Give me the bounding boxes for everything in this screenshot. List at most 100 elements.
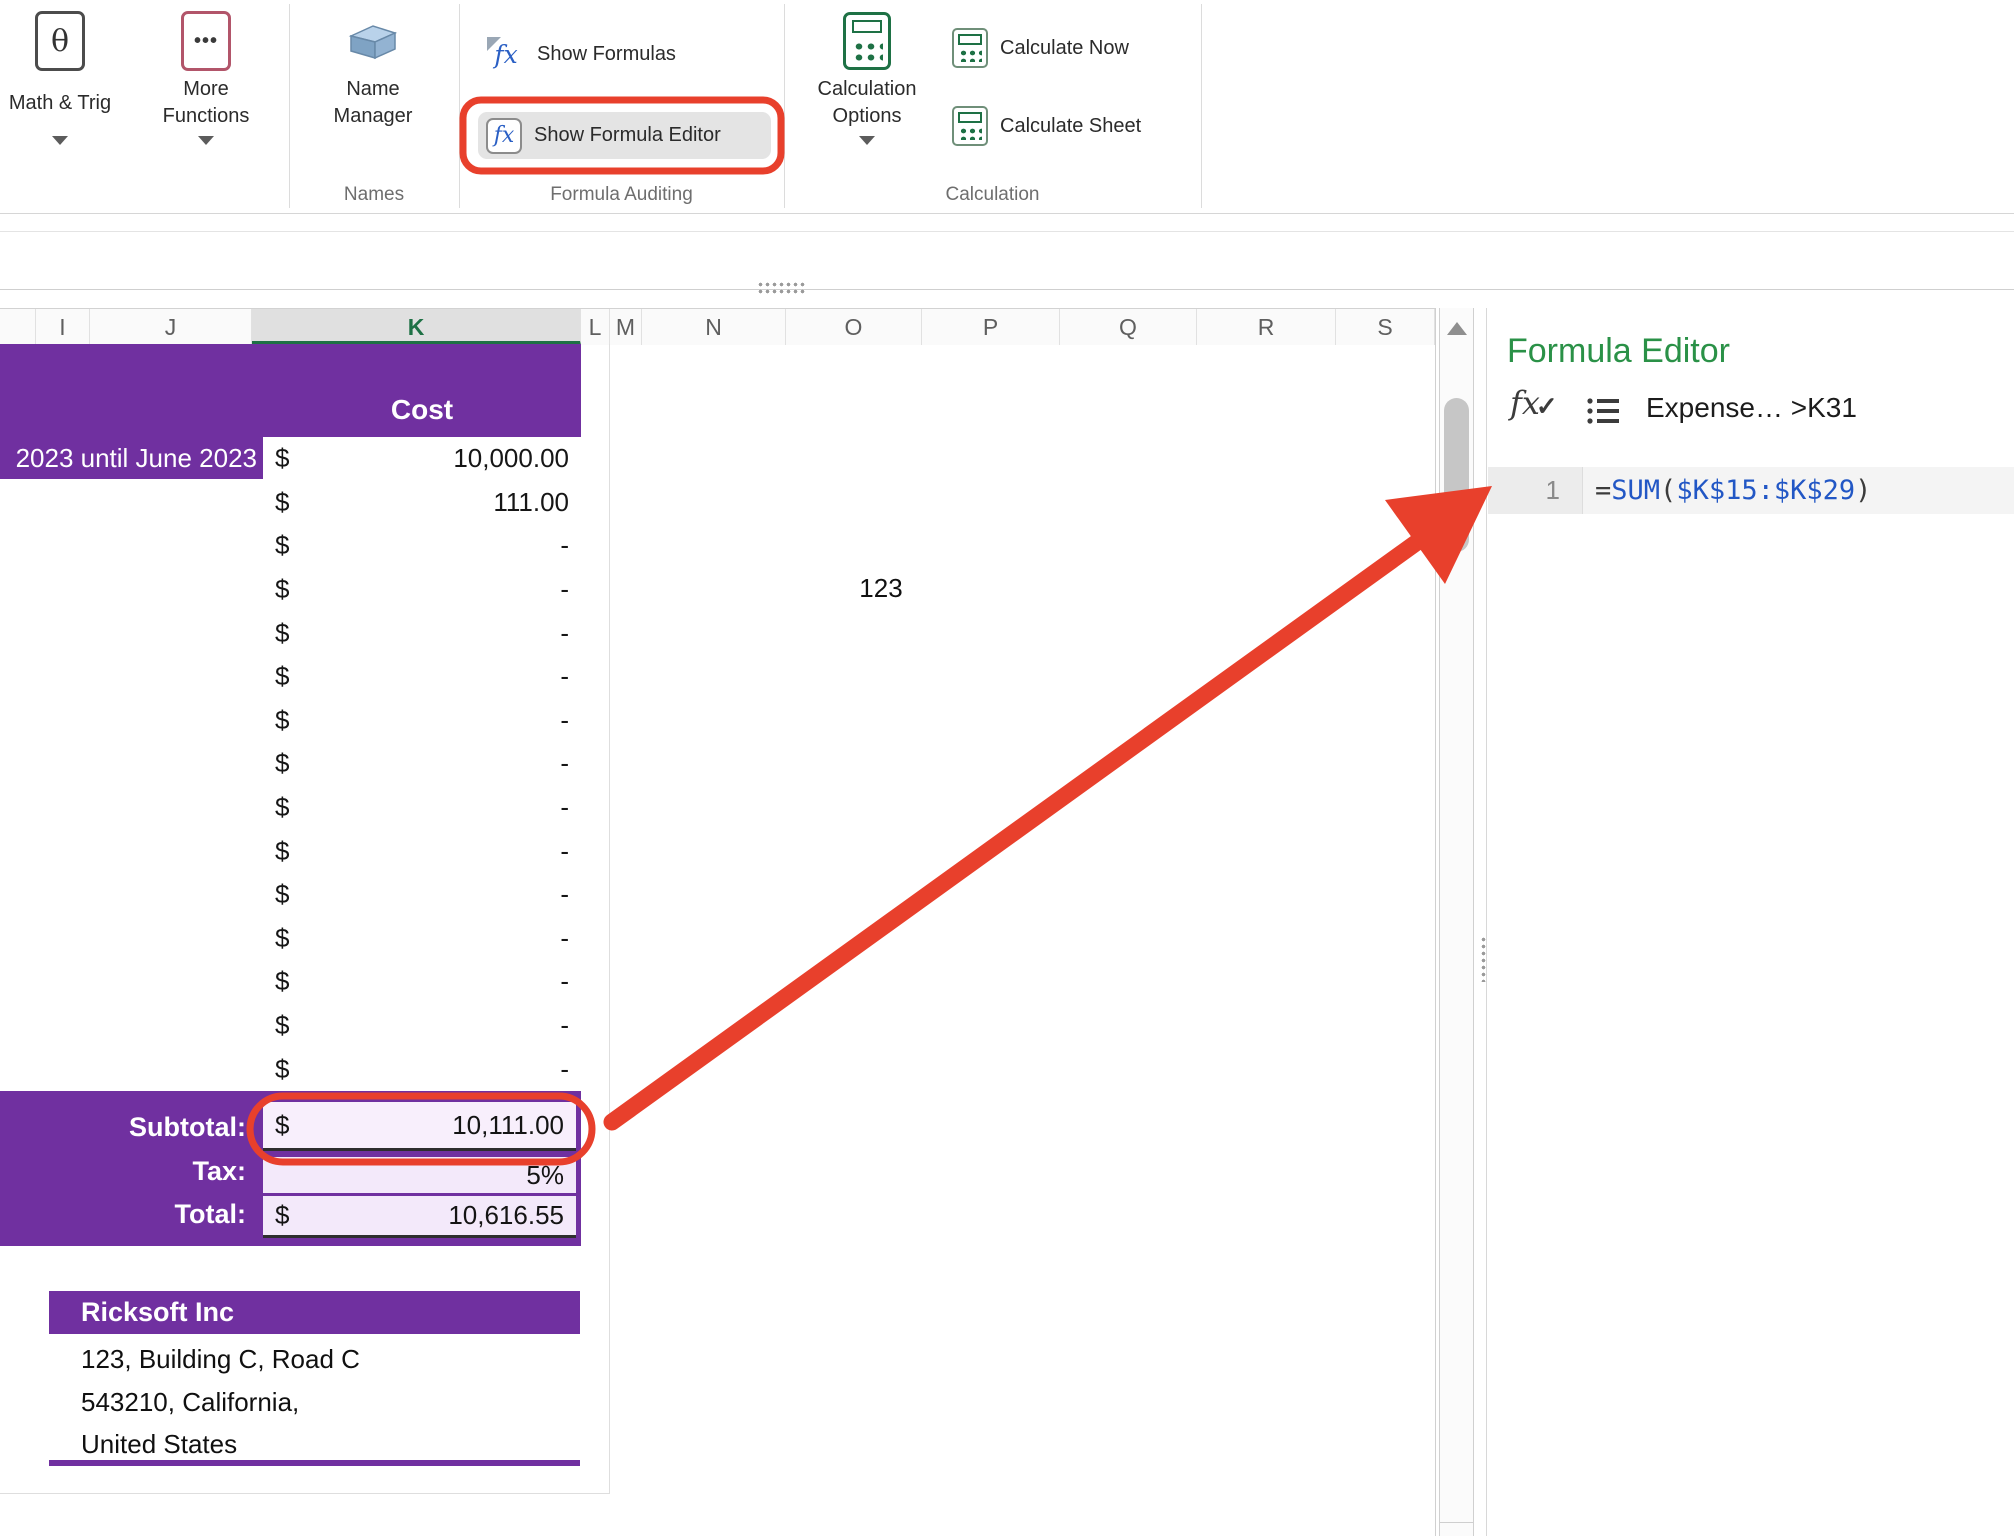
dropdown-caret-icon — [859, 136, 875, 145]
subtotal-currency: $ — [275, 1110, 289, 1141]
column-header-O[interactable]: O — [786, 309, 922, 345]
cost-row[interactable]: $- — [263, 655, 581, 699]
cost-row[interactable]: $- — [263, 699, 581, 743]
currency-symbol: $ — [275, 443, 289, 474]
calculate-sheet-button[interactable]: Calculate Sheet — [952, 104, 1141, 148]
formula-token: SUM — [1611, 475, 1660, 506]
currency-symbol: $ — [275, 705, 289, 736]
formula-line-number: 1 — [1488, 467, 1583, 514]
cost-amount: - — [560, 923, 569, 954]
column-header-L[interactable]: L — [581, 309, 610, 345]
tax-value-cell[interactable]: 5% — [263, 1157, 576, 1193]
calculate-sheet-icon — [952, 106, 988, 146]
currency-symbol: $ — [275, 574, 289, 605]
show-formulas-button[interactable]: fx Show Formulas — [487, 32, 676, 76]
function-list-icon[interactable] — [1586, 396, 1622, 428]
cost-row[interactable]: $10,000.00 — [263, 437, 581, 481]
column-header-S[interactable]: S — [1336, 309, 1435, 345]
cost-row[interactable]: $- — [263, 960, 581, 1004]
cell-value-123[interactable]: 123 — [845, 572, 917, 604]
cost-row[interactable]: $- — [263, 1047, 581, 1091]
subtotal-value: 10,111.00 — [452, 1110, 564, 1141]
scroll-up-arrow-icon[interactable] — [1447, 322, 1467, 335]
cost-amount: - — [560, 661, 569, 692]
company-name-cell[interactable]: Ricksoft Inc — [49, 1291, 580, 1334]
panel-splitter[interactable] — [1486, 308, 1487, 1536]
subtotal-value-cell[interactable]: $ 10,111.00 — [263, 1102, 576, 1151]
cost-amount: - — [560, 836, 569, 867]
column-header-J[interactable]: J — [90, 309, 252, 345]
group-label-formula-auditing: Formula Auditing — [459, 184, 784, 206]
currency-symbol: $ — [275, 1054, 289, 1085]
ribbon: θ Math & Trig ••• More Functions Name Ma… — [0, 0, 2014, 214]
math-trig-label: Math & Trig — [9, 76, 111, 130]
fx-glyph: fx — [494, 123, 515, 148]
theta-glyph: θ — [51, 24, 69, 59]
currency-symbol: $ — [275, 748, 289, 779]
period-label: 2023 until June 2023 — [0, 437, 257, 479]
cost-row[interactable]: $- — [263, 1004, 581, 1048]
cost-amount: - — [560, 879, 569, 910]
column-header-P[interactable]: P — [922, 309, 1060, 345]
cost-row[interactable]: $- — [263, 829, 581, 873]
ellipsis-glyph: ••• — [194, 30, 218, 53]
currency-symbol: $ — [275, 487, 289, 518]
column-header-I[interactable]: I — [36, 309, 90, 345]
currency-symbol: $ — [275, 618, 289, 649]
formula-token: $K$15:$K$29 — [1676, 475, 1855, 506]
name-manager-button[interactable]: Name Manager — [298, 6, 448, 130]
tax-value: 5% — [526, 1160, 564, 1191]
calculate-now-button[interactable]: Calculate Now — [952, 26, 1129, 70]
cost-row[interactable]: $- — [263, 524, 581, 568]
column-header-row: IJKLMNOPQRS — [0, 308, 1435, 346]
more-functions-label: More Functions — [163, 76, 250, 130]
more-functions-icon: ••• — [181, 6, 231, 76]
cost-header-cell[interactable]: Cost — [263, 390, 581, 430]
fx-check-icon[interactable]: fx✓ — [1510, 384, 1558, 422]
show-formula-editor-button[interactable]: fx Show Formula Editor — [478, 112, 771, 159]
formula-token: = — [1595, 475, 1611, 506]
column-header-N[interactable]: N — [642, 309, 786, 345]
column-header-M[interactable]: M — [610, 309, 642, 345]
formula-text[interactable]: =SUM($K$15:$K$29) — [1583, 467, 2014, 514]
vertical-scrollbar[interactable] — [1439, 308, 1474, 1536]
cost-row[interactable]: $- — [263, 786, 581, 830]
ribbon-group-divider — [1201, 4, 1202, 208]
cost-row[interactable]: $- — [263, 917, 581, 961]
subtotal-label-cell[interactable]: Subtotal: — [0, 1112, 246, 1143]
cost-amount: 10,000.00 — [453, 443, 569, 474]
cost-amount: - — [560, 966, 569, 997]
column-header-K[interactable]: K — [252, 309, 581, 345]
column-header-partial[interactable] — [0, 309, 36, 345]
formula-editor-title: Formula Editor — [1507, 332, 1730, 371]
scrollbar-thumb[interactable] — [1444, 398, 1469, 552]
company-underline — [49, 1460, 580, 1466]
cost-amount: - — [560, 792, 569, 823]
ribbon-group-divider — [289, 4, 290, 208]
tax-label-cell[interactable]: Tax: — [0, 1156, 246, 1187]
cost-amount: - — [560, 748, 569, 779]
calculation-options-button[interactable]: Calculation Options — [792, 6, 942, 145]
math-trig-button[interactable]: θ Math & Trig — [0, 6, 135, 145]
company-address[interactable]: 123, Building C, Road C543210, Californi… — [81, 1338, 360, 1466]
total-value-cell[interactable]: $ 10,616.55 — [263, 1196, 576, 1238]
cost-amount: - — [560, 1010, 569, 1041]
cost-row[interactable]: $111.00 — [263, 481, 581, 525]
cost-row[interactable]: $- — [263, 873, 581, 917]
pane-resize-grip[interactable] — [757, 281, 805, 295]
period-cell[interactable]: 2023 until June 2023 — [0, 437, 263, 479]
cost-row[interactable]: $- — [263, 568, 581, 612]
cost-row[interactable]: $- — [263, 611, 581, 655]
total-label-cell[interactable]: Total: — [0, 1199, 246, 1230]
currency-symbol: $ — [275, 530, 289, 561]
more-functions-button[interactable]: ••• More Functions — [131, 6, 281, 145]
cost-row[interactable]: $- — [263, 742, 581, 786]
check-glyph: ✓ — [1536, 391, 1558, 422]
calculate-now-label: Calculate Now — [1000, 37, 1129, 60]
currency-symbol: $ — [275, 923, 289, 954]
currency-symbol: $ — [275, 1010, 289, 1041]
column-header-R[interactable]: R — [1197, 309, 1336, 345]
grid-right-edge — [1435, 308, 1436, 1536]
show-formulas-label: Show Formulas — [537, 43, 676, 66]
column-header-Q[interactable]: Q — [1060, 309, 1197, 345]
